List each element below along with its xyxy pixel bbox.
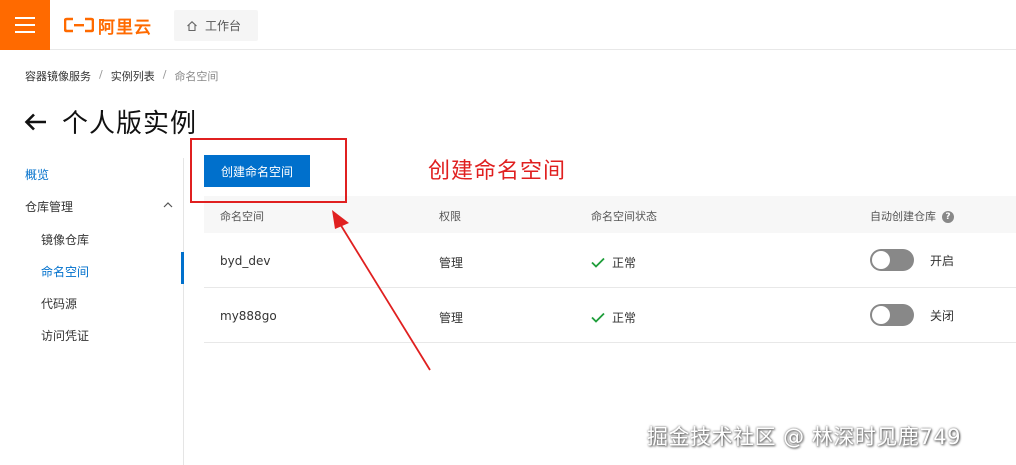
sidebar-item-overview[interactable]: 概览 bbox=[25, 166, 49, 183]
aliyun-logo-icon bbox=[64, 17, 94, 33]
toggle-knob bbox=[872, 306, 890, 324]
menu-icon[interactable] bbox=[0, 0, 50, 50]
arrow-left-icon[interactable] bbox=[24, 112, 48, 132]
home-icon bbox=[187, 20, 197, 31]
toggle-knob bbox=[872, 251, 890, 269]
sidebar-active-indicator bbox=[181, 252, 184, 284]
breadcrumb-item-service[interactable]: 容器镜像服务 bbox=[25, 68, 91, 84]
status-text: 正常 bbox=[612, 311, 637, 325]
top-bar: 阿里云 工作台 bbox=[0, 0, 1016, 50]
permission: 管理 bbox=[439, 256, 464, 270]
status-text: 正常 bbox=[612, 256, 637, 270]
permission: 管理 bbox=[439, 311, 464, 325]
sidebar-item-namespace[interactable]: 命名空间 bbox=[41, 263, 89, 280]
sidebar: 概览 仓库管理 镜像仓库 命名空间 代码源 访问凭证 bbox=[0, 158, 184, 465]
annotation-arrow-icon bbox=[332, 210, 431, 371]
sidebar-item-image-repo[interactable]: 镜像仓库 bbox=[41, 231, 89, 248]
aliyun-logo[interactable]: 阿里云 bbox=[64, 14, 152, 38]
status: 正常 bbox=[591, 309, 636, 326]
header-status: 命名空间状态 bbox=[591, 210, 657, 223]
header-namespace: 命名空间 bbox=[220, 210, 264, 223]
watermark: 掘金技术社区 @ 林深时见鹿749 bbox=[647, 425, 961, 449]
breadcrumb-item-current: 命名空间 bbox=[174, 70, 219, 83]
status: 正常 bbox=[591, 254, 636, 271]
check-icon bbox=[591, 312, 605, 323]
page-header: 个人版实例 bbox=[24, 103, 197, 140]
header-auto-create-label: 自动创建仓库 bbox=[870, 210, 936, 223]
annotation-text: 创建命名空间 bbox=[428, 159, 567, 184]
namespace-name: byd_dev bbox=[220, 254, 271, 268]
help-icon[interactable]: ? bbox=[942, 211, 954, 223]
sidebar-group-repo-management[interactable]: 仓库管理 bbox=[25, 198, 73, 215]
page-title: 个人版实例 bbox=[62, 109, 198, 139]
annotation-highlight-box bbox=[190, 138, 347, 203]
breadcrumb: 容器镜像服务 / 实例列表 / 命名空间 bbox=[25, 68, 218, 84]
namespace-name: my888go bbox=[220, 309, 277, 323]
chevron-up-icon[interactable] bbox=[163, 201, 173, 208]
auto-create-toggle[interactable] bbox=[870, 249, 914, 271]
breadcrumb-separator: / bbox=[162, 68, 167, 81]
breadcrumb-item-instances[interactable]: 实例列表 bbox=[111, 68, 155, 84]
workbench-button[interactable]: 工作台 bbox=[174, 10, 258, 41]
auto-create-toggle[interactable] bbox=[870, 304, 914, 326]
auto-create-label: 关闭 bbox=[930, 309, 955, 323]
logo-text: 阿里云 bbox=[98, 17, 152, 38]
header-auto-create: 自动创建仓库? bbox=[870, 208, 954, 224]
check-icon bbox=[591, 257, 605, 268]
sidebar-item-access-credential[interactable]: 访问凭证 bbox=[41, 327, 89, 344]
auto-create-label: 开启 bbox=[930, 254, 955, 268]
sidebar-item-code-source[interactable]: 代码源 bbox=[41, 295, 77, 312]
header-permission: 权限 bbox=[439, 210, 461, 223]
workbench-label: 工作台 bbox=[205, 19, 242, 33]
breadcrumb-separator: / bbox=[99, 68, 103, 81]
